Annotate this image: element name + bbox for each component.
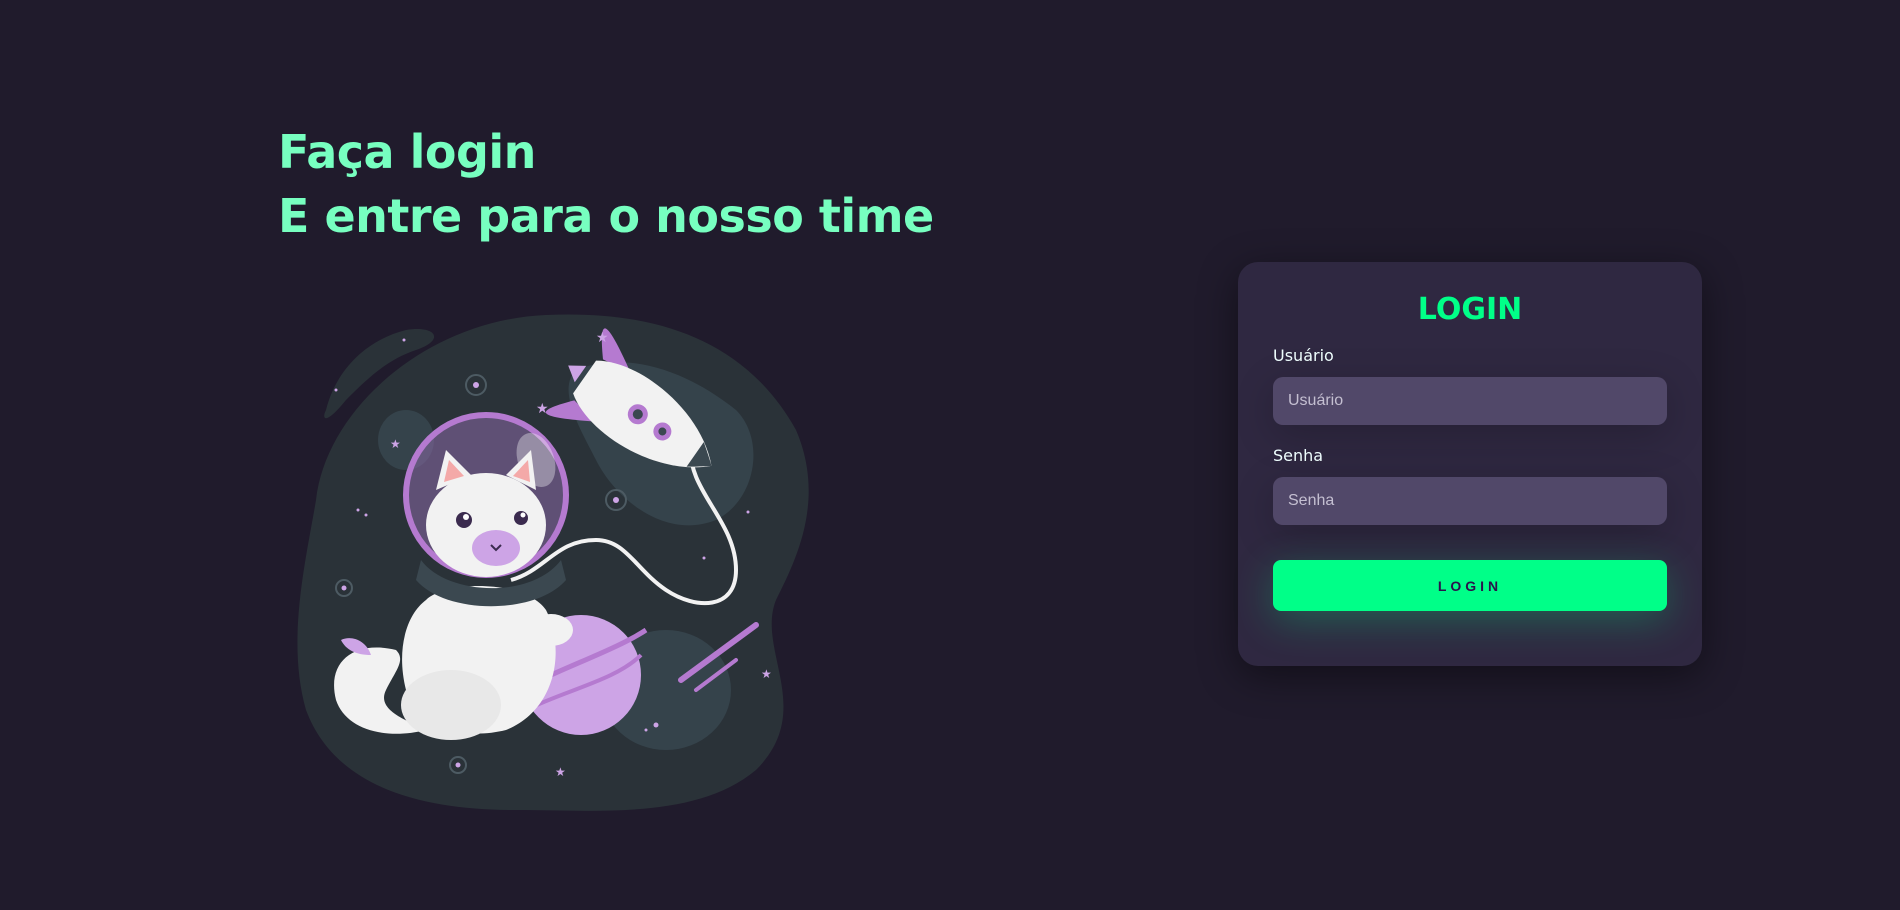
login-title: LOGIN (1417, 292, 1523, 327)
username-input[interactable] (1273, 377, 1667, 425)
svg-text:★: ★ (761, 667, 772, 681)
hero-heading-line-1: Faça login (278, 125, 536, 179)
hero-heading-line-2: E entre para o nosso time (278, 189, 934, 243)
hero-heading: Faça login E entre para o nosso time (278, 120, 934, 248)
svg-text:★: ★ (536, 401, 549, 417)
password-input[interactable] (1273, 477, 1667, 525)
login-button[interactable]: LOGIN (1273, 560, 1667, 611)
svg-text:★: ★ (390, 437, 401, 451)
astronaut-cat-icon: ★ ★ ★ ★ ★ (296, 310, 816, 820)
password-label: Senha (1273, 446, 1324, 465)
svg-text:★: ★ (555, 765, 566, 779)
username-label: Usuário (1273, 346, 1334, 365)
page: Faça login E entre para o nosso time ★ ★… (0, 0, 1900, 910)
svg-text:★: ★ (596, 330, 609, 346)
login-card: LOGIN Usuário Senha LOGIN (1238, 262, 1702, 666)
